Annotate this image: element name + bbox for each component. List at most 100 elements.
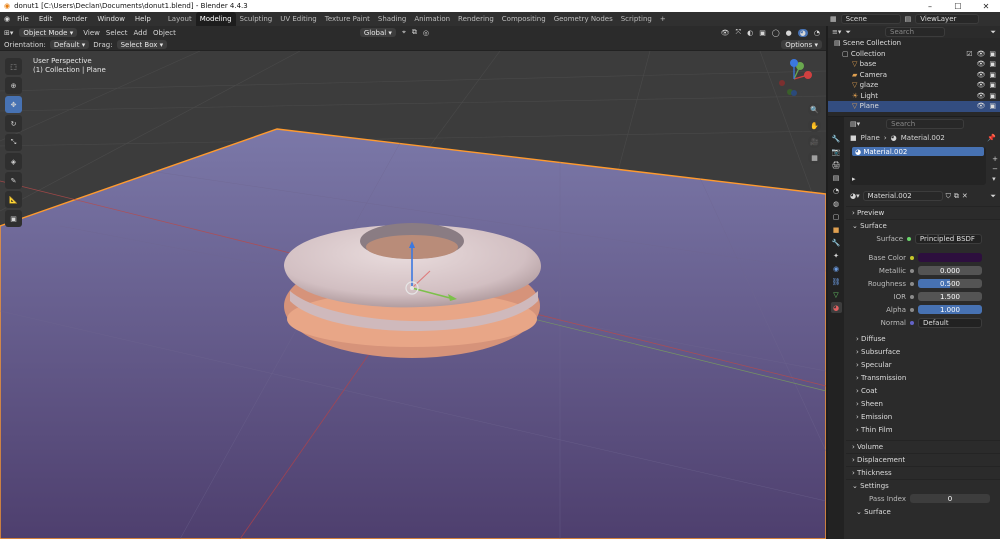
cursor-tool[interactable]: ⊕ xyxy=(5,77,22,94)
thickness-section[interactable]: › Thickness xyxy=(846,466,1000,479)
tab-animation[interactable]: Animation xyxy=(410,12,454,26)
tab-layout[interactable]: Layout xyxy=(164,12,196,26)
roughness-slider[interactable]: 0.500 xyxy=(918,279,982,288)
properties-search[interactable]: Search xyxy=(886,119,965,129)
transform-orientation-dropdown[interactable]: Global ▾ xyxy=(359,28,396,37)
menu-file[interactable]: File xyxy=(12,15,34,23)
viewlayer-selector[interactable]: ViewLayer xyxy=(915,14,980,24)
zoom-icon[interactable]: 🔍 xyxy=(808,103,821,116)
outliner-editor-icon[interactable]: ≡▾ xyxy=(832,28,841,36)
editor-icon[interactable]: ▤▾ xyxy=(850,120,860,128)
camera-render-icon[interactable]: ▣ xyxy=(989,81,996,89)
unlink-icon[interactable]: ✕ xyxy=(962,192,968,200)
overlay-icon[interactable]: ◐ xyxy=(747,29,753,37)
subpanel-emission[interactable]: › Emission xyxy=(846,410,1000,423)
alpha-slider[interactable]: 1.000 xyxy=(918,305,982,314)
shading-wire-icon[interactable]: ◯ xyxy=(772,29,780,37)
funnel-icon[interactable]: ⏷ xyxy=(990,28,996,37)
maximize-button[interactable]: ☐ xyxy=(944,2,972,11)
checkbox-icon[interactable]: ☑ xyxy=(966,50,972,58)
rotate-tool[interactable]: ↻ xyxy=(5,115,22,132)
add-cube-tool[interactable]: ▣ xyxy=(5,210,22,227)
menu-view[interactable]: View xyxy=(83,29,100,37)
normal-field[interactable]: Default xyxy=(918,317,982,328)
camera-render-icon[interactable]: ▣ xyxy=(989,92,996,100)
tab-texture-paint[interactable]: Texture Paint xyxy=(321,12,374,26)
outliner-item-camera[interactable]: ▰ Camera 👁 ▣ xyxy=(828,70,1000,81)
minimize-button[interactable]: – xyxy=(916,2,944,11)
duplicate-icon[interactable]: ⧉ xyxy=(954,192,959,201)
object-tab-icon[interactable]: ■ xyxy=(831,224,842,235)
menu-edit[interactable]: Edit xyxy=(34,15,58,23)
tab-compositing[interactable]: Compositing xyxy=(498,12,550,26)
menu-add[interactable]: Add xyxy=(133,29,147,37)
proportional-edit-icon[interactable]: ◎ xyxy=(423,29,429,37)
shading-render-icon[interactable]: ◔ xyxy=(814,29,820,37)
preview-section[interactable]: › Preview xyxy=(846,206,1000,219)
material-slot[interactable]: ◕ Material.002 xyxy=(852,147,984,156)
subpanel-sheen[interactable]: › Sheen xyxy=(846,397,1000,410)
options-dropdown[interactable]: Options ▾ xyxy=(781,40,822,49)
filter-icon[interactable]: ⏷ xyxy=(845,28,851,37)
subpanel-coat[interactable]: › Coat xyxy=(846,384,1000,397)
gizmo-icon[interactable]: ⤧ xyxy=(735,28,741,37)
modifier-tab-icon[interactable]: 🔧 xyxy=(831,237,842,248)
subpanel-transmission[interactable]: › Transmission xyxy=(846,371,1000,384)
eye-icon[interactable]: 👁 xyxy=(976,92,985,100)
add-slot-icon[interactable]: + xyxy=(992,155,998,163)
move-tool[interactable]: ✥ xyxy=(5,96,22,113)
snap-icon[interactable]: ⧉ xyxy=(412,28,417,37)
view-layer-tab-icon[interactable]: ▤ xyxy=(831,172,842,183)
output-tab-icon[interactable]: 🖨 xyxy=(831,159,842,170)
eye-icon[interactable]: 👁 xyxy=(976,102,985,110)
tab-shading[interactable]: Shading xyxy=(374,12,410,26)
eye-icon[interactable]: 👁 xyxy=(976,71,985,79)
physics-tab-icon[interactable]: ◉ xyxy=(831,263,842,274)
filter-icon[interactable]: ⏷ xyxy=(990,192,996,201)
outliner-collection[interactable]: ▢ Collection ☑ 👁 ▣ xyxy=(828,49,1000,60)
menu-window[interactable]: Window xyxy=(92,15,130,23)
shading-solid-icon[interactable]: ● xyxy=(786,29,792,37)
tab-uv-editing[interactable]: UV Editing xyxy=(276,12,321,26)
measure-tool[interactable]: 📐 xyxy=(5,191,22,208)
material-tab-icon[interactable]: ◕ xyxy=(830,302,842,313)
outliner-item-light[interactable]: ☀ Light 👁 ▣ xyxy=(828,91,1000,102)
menu-render[interactable]: Render xyxy=(57,15,92,23)
subpanel-specular[interactable]: › Specular xyxy=(846,358,1000,371)
orientation-dropdown[interactable]: Default ▾ xyxy=(49,40,90,49)
shield-icon[interactable]: ⛉ xyxy=(946,192,951,201)
subpanel-subsurface[interactable]: › Subsurface xyxy=(846,345,1000,358)
render-tab-icon[interactable]: 📷 xyxy=(831,146,842,157)
metallic-slider[interactable]: 0.000 xyxy=(918,266,982,275)
particles-tab-icon[interactable]: ✦ xyxy=(831,250,842,261)
collection-tab-icon[interactable]: ▢ xyxy=(831,211,842,222)
shading-material-icon[interactable]: ◕ xyxy=(797,28,808,37)
data-tab-icon[interactable]: ▽ xyxy=(831,289,842,300)
3d-viewport[interactable]: ⬚ ⊕ ✥ ↻ ⤡ ◈ ✎ 📐 ▣ User Perspective (1) C… xyxy=(0,51,826,539)
tab-modeling[interactable]: Modeling xyxy=(195,12,236,26)
outliner-search[interactable]: Search xyxy=(885,27,945,37)
material-slot-list[interactable]: ◕ Material.002 ▸ xyxy=(850,147,986,185)
tab-geometry-nodes[interactable]: Geometry Nodes xyxy=(550,12,617,26)
add-workspace-icon[interactable]: + xyxy=(656,12,670,26)
eye-icon[interactable]: 👁 xyxy=(976,60,985,68)
camera-render-icon[interactable]: ▣ xyxy=(989,102,996,110)
tool-tab-icon[interactable]: 🔧 xyxy=(831,133,842,144)
material-browse-icon[interactable]: ◕▾ xyxy=(850,192,860,200)
displacement-section[interactable]: › Displacement xyxy=(846,453,1000,466)
surface-shader-field[interactable]: Principled BSDF xyxy=(914,233,982,244)
transform-tool[interactable]: ◈ xyxy=(5,153,22,170)
ortho-grid-icon[interactable]: ▦ xyxy=(808,151,821,164)
menu-select[interactable]: Select xyxy=(106,29,128,37)
outliner-item-glaze[interactable]: ▽ glaze 👁 ▣ xyxy=(828,80,1000,91)
scene-tab-icon[interactable]: ◔ xyxy=(831,185,842,196)
tab-sculpting[interactable]: Sculpting xyxy=(236,12,277,26)
world-tab-icon[interactable]: ◍ xyxy=(831,198,842,209)
outliner-item-plane[interactable]: ▽ Plane 👁 ▣ xyxy=(828,101,1000,112)
pan-hand-icon[interactable]: ✋ xyxy=(808,119,821,132)
camera-render-icon[interactable]: ▣ xyxy=(989,50,996,58)
camera-render-icon[interactable]: ▣ xyxy=(989,60,996,68)
tab-rendering[interactable]: Rendering xyxy=(454,12,498,26)
material-name-field[interactable]: Material.002 xyxy=(862,191,943,201)
blender-menu-icon[interactable]: ◉ xyxy=(4,15,10,23)
